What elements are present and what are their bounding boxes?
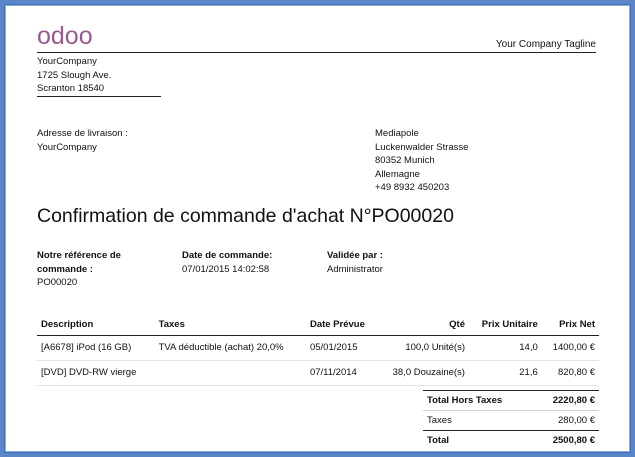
subtotal-label: Total Hors Taxes bbox=[423, 390, 533, 411]
col-description: Description bbox=[37, 315, 155, 336]
company-address: YourCompany 1725 Slough Ave. Scranton 18… bbox=[37, 55, 161, 97]
subtotal-row: Total Hors Taxes 2220,80 € bbox=[423, 390, 599, 411]
order-date-label: Date de commande: bbox=[182, 250, 273, 261]
subtotal-value: 2220,80 € bbox=[532, 390, 599, 411]
company-tagline: Your Company Tagline bbox=[495, 39, 596, 50]
order-date-value: 07/01/2015 14:02:58 bbox=[182, 263, 270, 275]
total-row: Total 2500,80 € bbox=[423, 430, 599, 450]
company-street: 1725 Slough Ave. bbox=[37, 69, 112, 81]
vendor-street: Luckenwalder Strasse bbox=[375, 141, 469, 153]
company-city: Scranton 18540 bbox=[37, 83, 105, 94]
totals-table: Total Hors Taxes 2220,80 € Taxes 280,00 … bbox=[423, 390, 599, 450]
vendor-city: 80352 Munich bbox=[375, 155, 435, 166]
cell-description: [DVD] DVD-RW vierge bbox=[37, 360, 155, 386]
order-date: Date de commande: 07/01/2015 14:02:58 bbox=[182, 249, 272, 276]
table-header-row: Description Taxes Date Prévue Qté Prix U… bbox=[37, 315, 599, 336]
validated-by: Validée par : Administrator bbox=[327, 249, 383, 276]
vendor-address: Mediapole Luckenwalder Strasse 80352 Mun… bbox=[375, 127, 468, 195]
cell-qty: 100,0 Unité(s) bbox=[377, 335, 469, 361]
order-reference-label-2: commande : bbox=[37, 263, 93, 275]
order-reference-value: PO00020 bbox=[37, 277, 78, 288]
header-divider bbox=[37, 52, 596, 53]
taxes-value: 280,00 € bbox=[532, 410, 599, 431]
total-label: Total bbox=[423, 430, 533, 450]
cell-taxes: TVA déductible (achat) 20,0% bbox=[154, 335, 306, 361]
vendor-country: Allemagne bbox=[375, 168, 420, 180]
validated-by-value: Administrator bbox=[327, 263, 383, 275]
col-date: Date Prévue bbox=[305, 315, 378, 336]
col-taxes: Taxes bbox=[154, 315, 306, 336]
document-title: Confirmation de commande d'achat N°PO000… bbox=[37, 205, 454, 227]
cell-unit-price: 21,6 bbox=[468, 360, 542, 386]
odoo-logo: odoo bbox=[37, 23, 93, 50]
cell-qty: 38,0 Douzaine(s) bbox=[377, 360, 469, 386]
shipping-label: Adresse de livraison : bbox=[37, 128, 128, 139]
table-row: [DVD] DVD-RW vierge 07/11/2014 38,0 Douz… bbox=[37, 360, 599, 386]
cell-date: 05/01/2015 bbox=[305, 335, 378, 361]
cell-unit-price: 14,0 bbox=[468, 335, 542, 361]
cell-date: 07/11/2014 bbox=[305, 360, 378, 386]
order-lines-table: Description Taxes Date Prévue Qté Prix U… bbox=[37, 315, 599, 386]
cell-description: [A6678] iPod (16 GB) bbox=[37, 335, 155, 361]
vendor-phone: +49 8932 450203 bbox=[375, 182, 450, 193]
vendor-name: Mediapole bbox=[375, 128, 419, 139]
logo-text: odoo bbox=[37, 23, 93, 50]
order-reference: Notre référence de commande : PO00020 bbox=[37, 249, 147, 290]
table-row: [A6678] iPod (16 GB) TVA déductible (ach… bbox=[37, 335, 599, 361]
taxes-label: Taxes bbox=[423, 410, 533, 431]
document-page: odoo Your Company Tagline YourCompany 17… bbox=[4, 4, 631, 453]
col-unit-price: Prix Unitaire bbox=[468, 315, 542, 336]
shipping-name: YourCompany bbox=[37, 141, 97, 153]
order-reference-label-1: Notre référence de bbox=[37, 250, 121, 261]
cell-taxes bbox=[154, 360, 306, 386]
col-net-price: Prix Net bbox=[541, 315, 599, 336]
total-value: 2500,80 € bbox=[532, 430, 599, 450]
company-name: YourCompany bbox=[37, 56, 97, 67]
col-qty: Qté bbox=[377, 315, 469, 336]
cell-net-price: 820,80 € bbox=[541, 360, 599, 386]
shipping-address: Adresse de livraison : YourCompany bbox=[37, 127, 128, 154]
company-address-divider bbox=[37, 95, 161, 97]
taxes-row: Taxes 280,00 € bbox=[423, 410, 599, 431]
validated-by-label: Validée par : bbox=[327, 250, 383, 261]
cell-net-price: 1400,00 € bbox=[541, 335, 599, 361]
